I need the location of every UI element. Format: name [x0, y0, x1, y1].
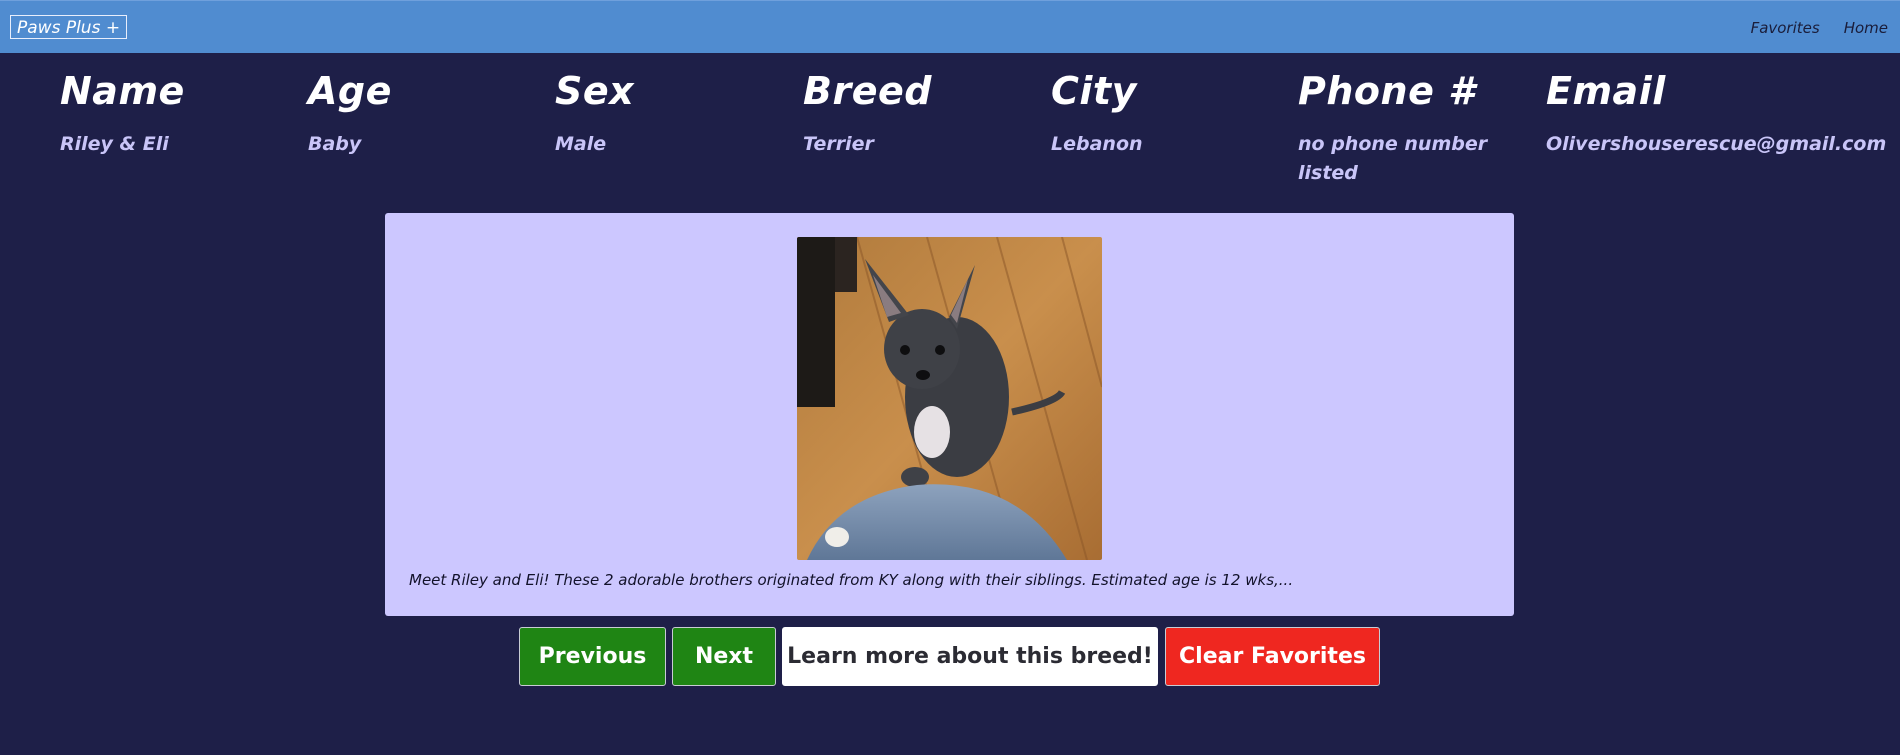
clear-favorites-button[interactable]: Clear Favorites: [1165, 627, 1380, 686]
pet-photo: [797, 237, 1102, 560]
header-sex: Sex: [555, 69, 635, 113]
value-name: Riley & Eli: [60, 133, 169, 155]
pet-card: Meet Riley and Eli! These 2 adorable bro…: [385, 213, 1514, 616]
next-button[interactable]: Next: [672, 627, 776, 686]
info-column-name: Name Riley & Eli: [60, 66, 300, 159]
value-sex: Male: [555, 133, 607, 155]
header-city: City: [1051, 69, 1137, 113]
info-column-phone: Phone # no phone number listed: [1298, 66, 1498, 188]
learn-more-breed-button[interactable]: Learn more about this breed!: [782, 627, 1158, 686]
nav-links: Favorites Home: [1751, 1, 1900, 54]
info-column-age: Age Baby: [308, 66, 548, 159]
value-city: Lebanon: [1051, 133, 1143, 155]
info-column-sex: Sex Male: [555, 66, 795, 159]
nav-link-favorites[interactable]: Favorites: [1751, 19, 1820, 37]
nav-link-home[interactable]: Home: [1844, 19, 1888, 37]
info-column-breed: Breed Terrier: [803, 66, 1043, 159]
previous-button[interactable]: Previous: [519, 627, 666, 686]
value-email: Olivershouserescue@gmail.com: [1546, 133, 1887, 155]
header-age: Age: [308, 69, 392, 113]
header-breed: Breed: [803, 69, 932, 113]
header-phone: Phone #: [1298, 69, 1476, 113]
value-breed: Terrier: [803, 133, 874, 155]
info-column-email: Email Olivershouserescue@gmail.com: [1546, 66, 1887, 159]
value-phone: no phone number listed: [1298, 133, 1488, 184]
navbar: Paws Plus + Favorites Home: [0, 0, 1900, 53]
header-email: Email: [1546, 69, 1666, 113]
brand-logo-link[interactable]: Paws Plus +: [10, 15, 128, 39]
header-name: Name: [60, 69, 185, 113]
value-age: Baby: [308, 133, 362, 155]
info-column-city: City Lebanon: [1051, 66, 1291, 159]
pet-description: Meet Riley and Eli! These 2 adorable bro…: [409, 571, 1294, 589]
